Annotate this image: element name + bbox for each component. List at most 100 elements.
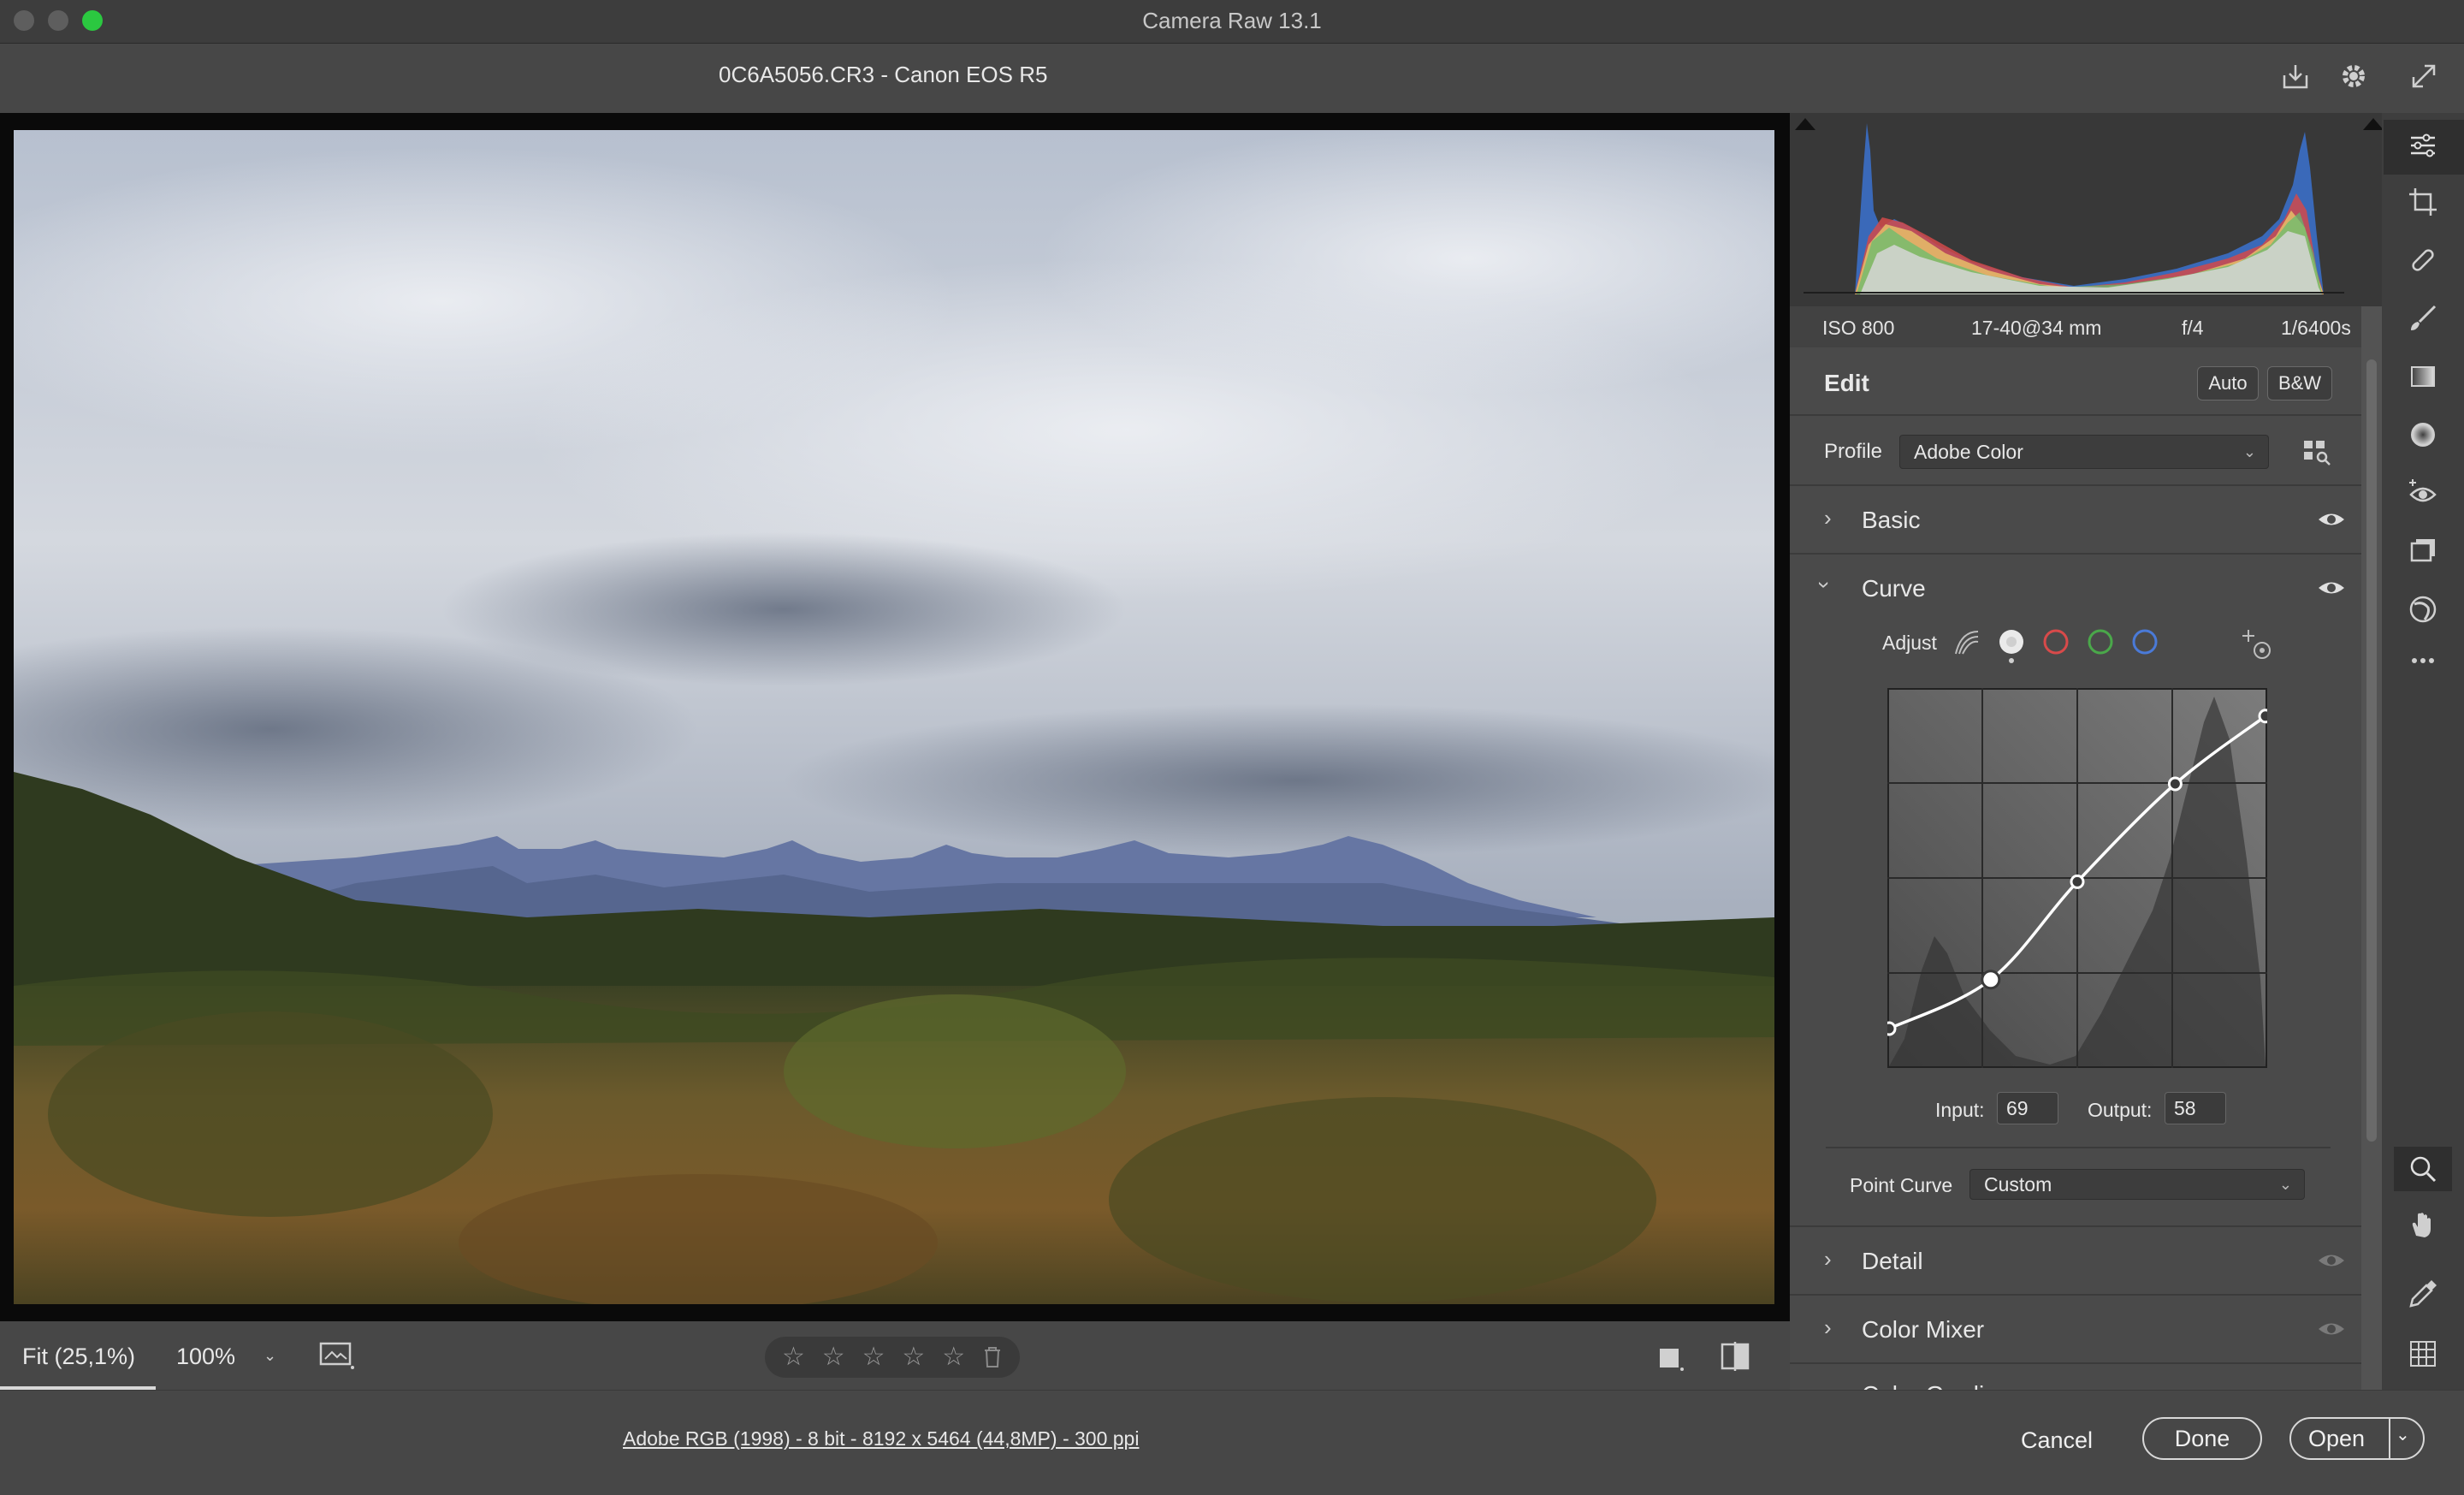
- exif-aperture: f/4: [2182, 317, 2204, 339]
- grid-search-icon: [2304, 441, 2331, 466]
- panel-scrollbar[interactable]: [2366, 359, 2377, 1142]
- eye-icon[interactable]: [2317, 578, 2346, 597]
- healing-tool-button[interactable]: [2406, 243, 2440, 277]
- star-icon[interactable]: ☆: [862, 1337, 886, 1378]
- red-eye-icon: [2409, 479, 2437, 502]
- edit-tool-button[interactable]: [2406, 128, 2440, 163]
- compare-icon: [1721, 1342, 1750, 1371]
- point-curve-label: Point Curve: [1850, 1174, 1953, 1196]
- eye-icon[interactable]: [2317, 1320, 2346, 1338]
- grid-icon: [2410, 1341, 2436, 1367]
- open-button-label: Open: [2308, 1425, 2366, 1451]
- sliders-icon: [2411, 133, 2435, 157]
- curve-adjust-label: Adjust: [1882, 632, 1937, 654]
- section-color-grading-partial[interactable]: Color Grading: [1824, 1369, 2337, 1390]
- linear-gradient-tool-button[interactable]: [2406, 359, 2440, 394]
- snapshots-button[interactable]: [2406, 534, 2440, 568]
- download-icon: [2283, 65, 2308, 89]
- curve-point-selected[interactable]: [1981, 970, 2001, 990]
- parametric-curve-icon[interactable]: [1952, 628, 1981, 657]
- section-detail-header[interactable]: Detail: [1862, 1248, 1923, 1275]
- divider: [1790, 553, 2361, 555]
- grid-overlay-button[interactable]: [2406, 1337, 2440, 1371]
- eye-icon[interactable]: [2317, 510, 2346, 529]
- histogram-chart: [1804, 123, 2344, 294]
- rating-stars[interactable]: ☆ ☆ ☆ ☆ ☆: [765, 1337, 1020, 1378]
- curve-output-label: Output:: [2088, 1099, 2153, 1121]
- divider: [1790, 484, 2361, 486]
- exif-iso: ISO 800: [1822, 317, 1895, 339]
- star-icon[interactable]: ☆: [942, 1337, 965, 1378]
- before-after-button[interactable]: [1720, 1342, 1750, 1375]
- tone-curve-editor[interactable]: [1887, 688, 2267, 1068]
- point-curve-blue-icon[interactable]: [2130, 628, 2159, 657]
- radial-gradient-tool-button[interactable]: [2406, 418, 2440, 452]
- photo-preview[interactable]: [14, 130, 1774, 1304]
- point-curve-white-icon[interactable]: [1997, 628, 2026, 664]
- auto-button[interactable]: Auto: [2197, 366, 2259, 400]
- eye-icon[interactable]: [2317, 1251, 2346, 1270]
- trash-icon[interactable]: [982, 1345, 1003, 1369]
- highlight-clipping-toggle[interactable]: [2363, 118, 2384, 130]
- chevron-right-icon[interactable]: ›: [1824, 1314, 1832, 1341]
- preferences-button[interactable]: [2336, 58, 2372, 94]
- curve-point[interactable]: [2070, 874, 2085, 889]
- hand-tool-button[interactable]: [2406, 1208, 2440, 1243]
- filmstrip-icon: [319, 1342, 354, 1369]
- chevron-down-icon: ⌄: [2278, 1176, 2292, 1193]
- zoom-dropdown-icon[interactable]: ⌄: [264, 1347, 276, 1365]
- hand-icon: [2412, 1213, 2431, 1237]
- curve-point[interactable]: [1887, 1021, 1897, 1036]
- divider: [1790, 1294, 2361, 1296]
- chevron-right-icon[interactable]: ›: [1824, 1246, 1832, 1273]
- done-button[interactable]: Done: [2142, 1417, 2262, 1460]
- zoom-tool-button[interactable]: [2406, 1152, 2440, 1186]
- curve-output-field[interactable]: 58: [2165, 1092, 2226, 1124]
- filmstrip-toggle-button[interactable]: [318, 1340, 356, 1375]
- curve-point[interactable]: [2258, 709, 2267, 724]
- chevron-down-icon[interactable]: ⌄: [2396, 1424, 2410, 1445]
- profile-select[interactable]: Adobe Color ⌄: [1899, 435, 2269, 469]
- red-eye-tool-button[interactable]: [2406, 476, 2440, 510]
- point-curve-green-icon[interactable]: [2086, 628, 2115, 657]
- crop-tool-button[interactable]: [2406, 185, 2440, 219]
- zoom-fit-button[interactable]: Fit (25,1%): [22, 1344, 135, 1370]
- cancel-button[interactable]: Cancel: [2021, 1427, 2093, 1454]
- bw-button[interactable]: B&W: [2267, 366, 2332, 400]
- chevron-down-icon[interactable]: ›: [1811, 581, 1838, 589]
- star-icon[interactable]: ☆: [902, 1337, 925, 1378]
- workflow-options-link[interactable]: Adobe RGB (1998) - 8 bit - 8192 x 5464 (…: [623, 1427, 1139, 1451]
- star-icon[interactable]: ☆: [822, 1337, 845, 1378]
- section-basic-header[interactable]: Basic: [1862, 507, 1920, 534]
- brush-tool-button[interactable]: [2406, 301, 2440, 335]
- edit-panel-title: Edit: [1824, 370, 1869, 396]
- open-button-separator: [2389, 1417, 2390, 1460]
- chevron-right-icon[interactable]: ›: [1824, 505, 1832, 531]
- expand-icon: [2412, 64, 2436, 88]
- bandage-icon: [2412, 249, 2434, 271]
- point-curve-select[interactable]: Custom ⌄: [1969, 1169, 2305, 1200]
- profile-label: Profile: [1824, 440, 1883, 463]
- presets-button[interactable]: [2406, 592, 2440, 626]
- more-tools-button[interactable]: [2406, 644, 2440, 678]
- zoom-100-button[interactable]: 100%: [176, 1344, 235, 1370]
- star-icon[interactable]: ☆: [782, 1337, 805, 1378]
- magnifier-icon: [2410, 1156, 2437, 1183]
- section-color-mixer-header[interactable]: Color Mixer: [1862, 1316, 1984, 1344]
- curve-point[interactable]: [2167, 776, 2183, 792]
- radial-icon: [2411, 423, 2435, 447]
- targeted-adjustment-icon[interactable]: [2240, 628, 2274, 662]
- point-curve-red-icon[interactable]: [2041, 628, 2070, 657]
- file-name: 0C6A5056.CR3 - Canon EOS R5: [719, 62, 1048, 87]
- snapshots-icon: [2410, 539, 2435, 562]
- view-settings-button[interactable]: [1656, 1344, 1685, 1377]
- divider: [1790, 1362, 2361, 1364]
- full-screen-button[interactable]: [2406, 58, 2442, 94]
- profile-browser-button[interactable]: [2301, 436, 2332, 472]
- chevron-down-icon: ⌄: [2242, 443, 2256, 460]
- color-sampler-button[interactable]: [2406, 1277, 2440, 1311]
- landscape-photo: [14, 130, 1774, 1304]
- save-image-button[interactable]: [2277, 58, 2313, 94]
- curve-input-field[interactable]: 69: [1997, 1092, 2058, 1124]
- section-curve-header[interactable]: Curve: [1862, 575, 1926, 602]
